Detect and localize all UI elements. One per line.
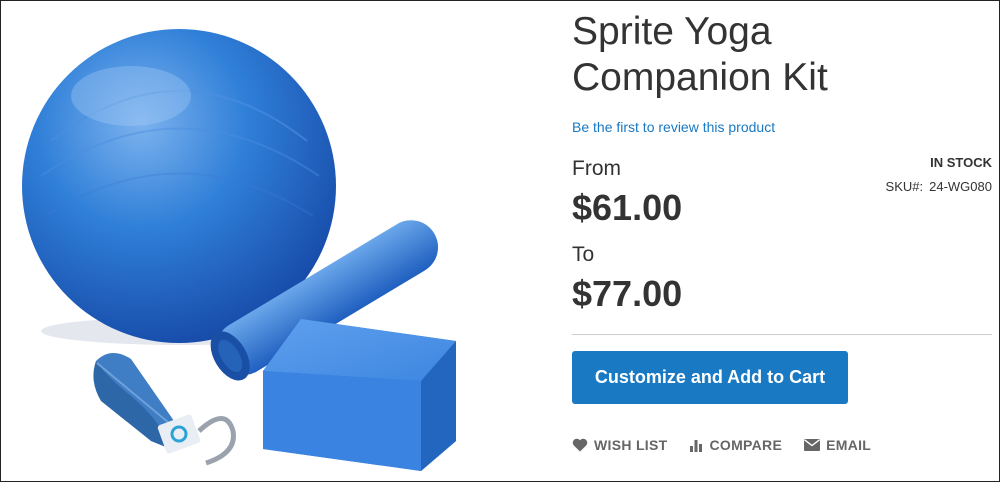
product-social-actions: WISH LIST COMPARE EMAIL (572, 437, 871, 453)
yoga-kit-illustration (22, 29, 456, 471)
email-label: EMAIL (826, 437, 872, 453)
price-from-label: From (572, 157, 621, 180)
product-image[interactable] (1, 1, 481, 481)
sku: SKU#: 24-WG080 (886, 179, 992, 194)
sku-value: 24-WG080 (929, 179, 992, 194)
price-to: $77.00 (572, 273, 683, 314)
compare-link[interactable]: COMPARE (689, 437, 782, 453)
customize-add-to-cart-button[interactable]: Customize and Add to Cart (572, 351, 848, 404)
wishlist-link[interactable]: WISH LIST (572, 437, 667, 453)
email-link[interactable]: EMAIL (804, 437, 871, 453)
stock-status: IN STOCK (930, 155, 992, 170)
envelope-icon (804, 439, 821, 451)
product-title: Sprite Yoga Companion Kit (572, 10, 828, 99)
product-info: Sprite Yoga Companion Kit Be the first t… (572, 1, 992, 481)
price-to-label: To (572, 243, 595, 266)
heart-icon (572, 438, 588, 452)
bar-chart-icon (690, 440, 703, 452)
price-from: $61.00 (572, 187, 683, 228)
sku-label: SKU#: (885, 179, 924, 194)
divider (572, 334, 992, 335)
review-link[interactable]: Be the first to review this product (572, 119, 775, 135)
compare-label: COMPARE (709, 437, 783, 453)
product-page: Sprite Yoga Companion Kit Be the first t… (0, 0, 1000, 482)
wishlist-label: WISH LIST (594, 437, 668, 453)
